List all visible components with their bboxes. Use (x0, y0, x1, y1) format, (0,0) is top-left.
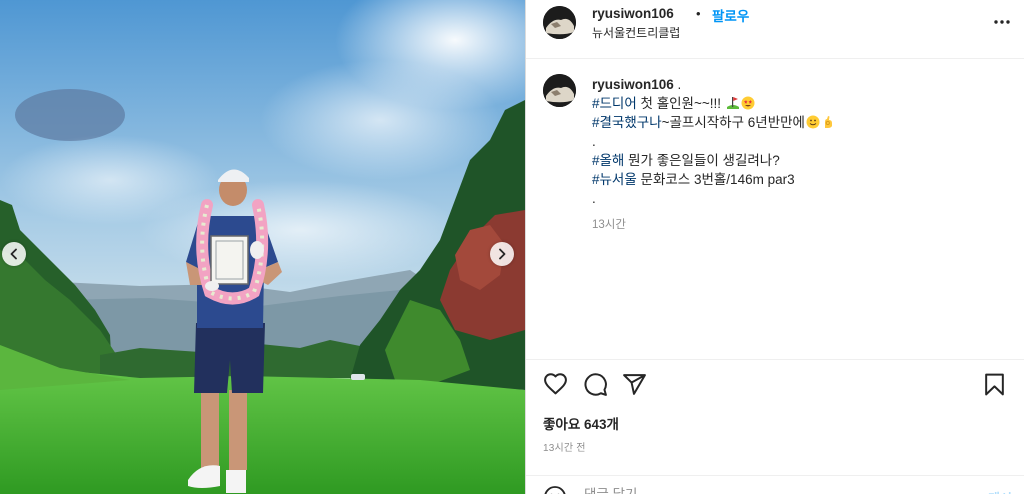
caption-line-3: #결국했구나~골프시작하구 6년반만에 (592, 113, 1002, 132)
instagram-post-modal: ryusiwon106 • 팔로우 뉴서울컨트리클럽 ryusiwon106 . (0, 0, 1024, 494)
avatar[interactable] (543, 6, 576, 39)
comment-icon (584, 373, 607, 396)
caption-line-2: #드디어 첫 홀인원~~!!! (592, 94, 1002, 113)
hashtag-link[interactable]: #뉴서울 (592, 172, 637, 187)
caption-username[interactable]: ryusiwon106 (592, 77, 674, 92)
more-options-button[interactable] (992, 12, 1012, 32)
more-horizontal-icon (994, 20, 1010, 24)
chevron-left-icon (10, 248, 17, 260)
next-photo-button[interactable] (490, 242, 514, 266)
heart-icon (544, 373, 567, 395)
caption-text: 첫 홀인원~~!!! (636, 96, 725, 111)
smile-emoji-icon (806, 115, 820, 129)
avatar-image (543, 74, 576, 107)
post-comment-button[interactable]: 게시 (988, 488, 1012, 494)
hashtag-link[interactable]: #드디어 (592, 96, 637, 111)
save-button[interactable] (982, 372, 1007, 397)
caption-text: . (673, 77, 682, 92)
hashtag-link[interactable]: #올해 (592, 153, 624, 168)
caption-line-7: . (592, 191, 596, 206)
chevron-right-icon (499, 248, 506, 260)
hashtag-link[interactable]: #결국했구나 (592, 115, 662, 130)
caption-line-6: #뉴서울 문화코스 3번홀/146m par3 (592, 170, 1002, 189)
caption-line-5: #올해 뭔가 좋은일들이 생길려나? (592, 151, 1002, 170)
post-location[interactable]: 뉴서울컨트리클럽 (592, 24, 680, 41)
caption-line-4: . (592, 134, 596, 149)
comment-button[interactable] (583, 372, 608, 397)
post-caption: ryusiwon106 . #드디어 첫 홀인원~~!!! #결국했구나~골프시… (592, 75, 1002, 208)
caption-avatar[interactable] (543, 74, 576, 107)
separator-dot: • (696, 6, 701, 21)
emoji-icon[interactable] (543, 485, 567, 494)
golf-flag-icon (726, 97, 739, 109)
caption-text: 뭔가 좋은일들이 생길려나? (624, 153, 780, 168)
golf-cart (351, 374, 365, 380)
share-button[interactable] (622, 372, 647, 397)
star-struck-emoji-icon (741, 96, 755, 110)
post-actions: 좋아요 643개 13시간 전 게시 (526, 359, 1024, 494)
post-header: ryusiwon106 • 팔로우 뉴서울컨트리클럽 (526, 0, 1024, 59)
caption-timestamp[interactable]: 13시간 (592, 216, 626, 232)
post-author-username[interactable]: ryusiwon106 (592, 6, 674, 21)
share-icon (623, 374, 646, 395)
ok-hand-icon (824, 116, 832, 128)
caption-line-1: ryusiwon106 . (592, 75, 1002, 94)
post-details-panel: ryusiwon106 • 팔로우 뉴서울컨트리클럽 ryusiwon106 . (525, 0, 1024, 494)
follow-button[interactable]: 팔로우 (712, 5, 749, 25)
comment-input[interactable] (584, 487, 964, 494)
post-photo[interactable] (0, 0, 525, 494)
golf-course-photo (0, 0, 525, 494)
likes-count[interactable]: 좋아요 643개 (543, 413, 619, 433)
post-timestamp[interactable]: 13시간 전 (543, 439, 586, 454)
bookmark-icon (985, 373, 1004, 396)
previous-photo-button[interactable] (2, 242, 26, 266)
caption-text: ~골프시작하구 6년반만에 (661, 115, 805, 130)
comment-bar: 게시 (526, 475, 1024, 494)
avatar-image (543, 6, 576, 39)
like-button[interactable] (543, 372, 568, 397)
caption-text: 문화코스 3번홀/146m par3 (636, 172, 795, 187)
